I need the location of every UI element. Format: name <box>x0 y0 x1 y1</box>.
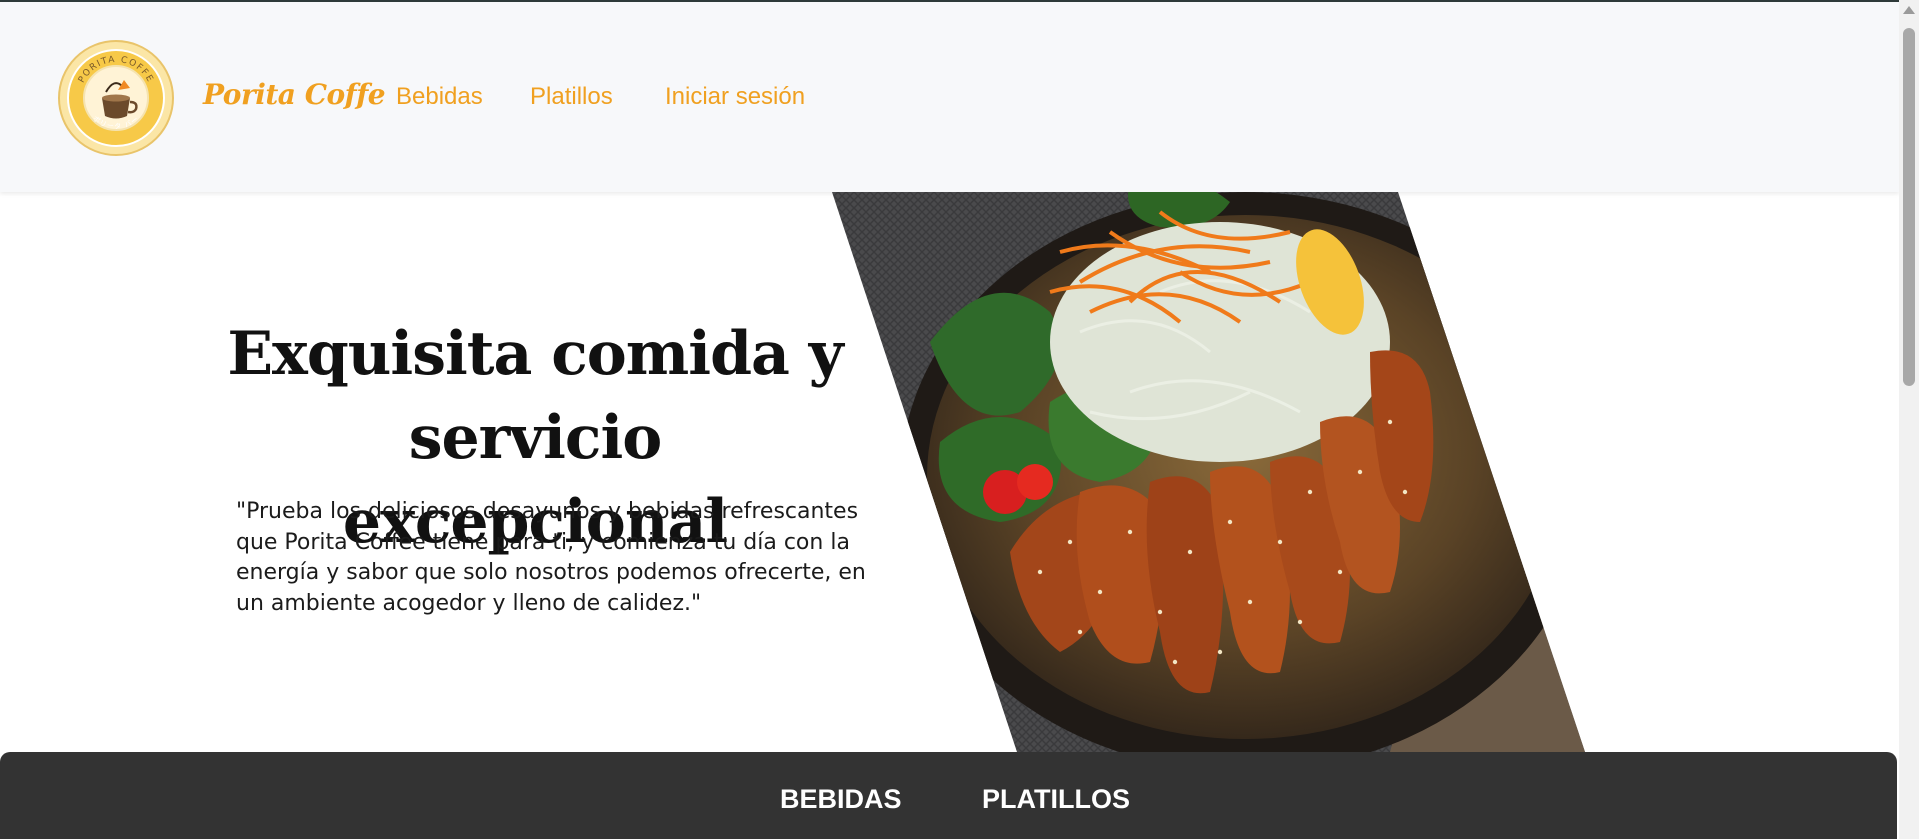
grilled-chicken-salad-plate-image <box>832 192 1585 752</box>
nav-link-bebidas[interactable]: Bebidas <box>396 83 483 111</box>
navbar: PORITA COFFE ポリータ バー Porita Coffe Bebida… <box>0 2 1899 192</box>
brand-name[interactable]: Porita Coffe <box>203 78 386 111</box>
brand-logo[interactable]: PORITA COFFE ポリータ バー <box>58 40 174 156</box>
category-bar: BEBIDAS PLATILLOS <box>0 752 1897 839</box>
category-link-bebidas[interactable]: BEBIDAS <box>780 784 902 815</box>
nav-link-platillos[interactable]: Platillos <box>530 83 613 111</box>
hero-title-line-1: Exquisita comida y <box>227 319 843 389</box>
nav-link-iniciar-sesion[interactable]: Iniciar sesión <box>665 83 805 111</box>
scrollbar-thumb[interactable] <box>1903 28 1915 386</box>
vertical-scrollbar[interactable] <box>1899 0 1919 839</box>
hero-quote: "Prueba los deliciosos desayunos y bebid… <box>236 499 866 616</box>
scroll-up-arrow-icon[interactable] <box>1903 6 1915 14</box>
category-link-platillos[interactable]: PLATILLOS <box>982 784 1130 815</box>
